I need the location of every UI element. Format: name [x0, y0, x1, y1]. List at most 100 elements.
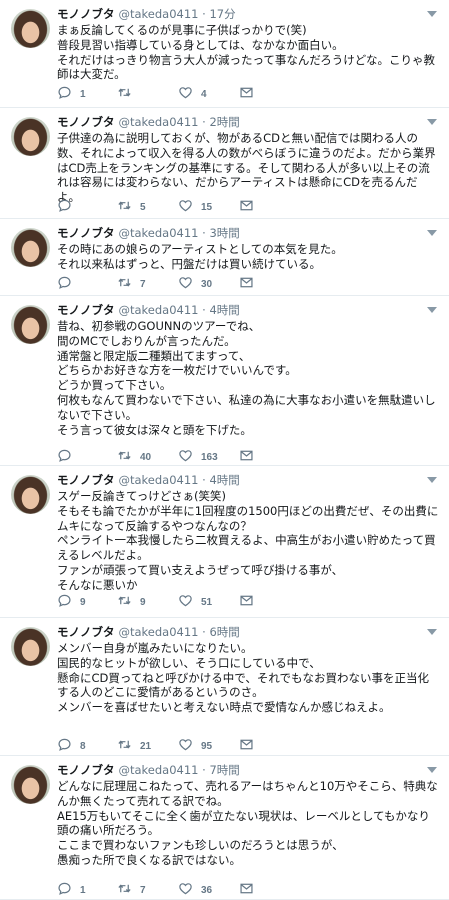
reply-button[interactable]: 1 [57, 881, 86, 899]
avatar[interactable] [11, 305, 50, 344]
direct-message-button[interactable] [239, 275, 254, 293]
tweet-actions: 1 4 [57, 85, 449, 103]
tweet-actions: 40 163 [57, 448, 449, 465]
tweet[interactable]: モノノブタ @takeda0411 · 17分 まぁ反論してくるのが見事に子供ばっ… [0, 0, 449, 108]
user-name[interactable]: モノノブタ [57, 7, 115, 21]
avatar[interactable] [11, 228, 50, 267]
avatar[interactable] [11, 627, 50, 666]
reply-icon [57, 448, 72, 465]
tweet[interactable]: モノノブタ @takeda0411 · 4時間 スゲー反論きてっけどさぁ(笑笑) … [0, 466, 449, 618]
reply-button[interactable] [57, 275, 80, 293]
user-name[interactable]: モノノブタ [57, 303, 115, 317]
tweet-text: メンバー自身が嵐みたいになりたい。 国民的なヒットが欲しい、そう口にしている中で… [57, 641, 430, 715]
user-name[interactable]: モノノブタ [57, 763, 115, 777]
reply-button[interactable]: 1 [57, 85, 86, 103]
direct-message-button[interactable] [239, 881, 254, 899]
user-name[interactable]: モノノブタ [57, 226, 115, 240]
reply-button[interactable]: 9 [57, 593, 86, 611]
like-button[interactable]: 4 [178, 85, 207, 103]
like-button[interactable]: 163 [178, 448, 218, 465]
user-name[interactable]: モノノブタ [57, 473, 115, 487]
direct-message-button[interactable] [239, 198, 254, 216]
direct-message-button[interactable] [239, 85, 254, 103]
retweet-button[interactable]: 9 [117, 593, 146, 611]
retweet-count: 7 [140, 884, 146, 896]
chevron-down-icon[interactable] [427, 11, 437, 17]
user-handle[interactable]: @takeda0411 [119, 473, 199, 487]
tweet[interactable]: モノノブタ @takeda0411 · 3時間 その時にあの娘らのアーティストとし… [0, 219, 449, 296]
chevron-down-icon[interactable] [427, 477, 437, 483]
retweet-icon [117, 737, 132, 755]
envelope-icon [239, 198, 254, 216]
like-count: 163 [201, 451, 218, 463]
retweet-button[interactable]: 7 [117, 881, 146, 899]
user-name[interactable]: モノノブタ [57, 625, 115, 639]
tweet-header: モノノブタ @takeda0411 · 6時間 [57, 625, 439, 640]
reply-count: 1 [80, 88, 86, 100]
like-button[interactable]: 15 [178, 198, 212, 216]
like-button[interactable]: 51 [178, 593, 212, 611]
reply-button[interactable] [57, 198, 80, 216]
tweet-timestamp[interactable]: 17分 [209, 7, 235, 21]
user-handle[interactable]: @takeda0411 [119, 625, 199, 639]
heart-icon [178, 448, 193, 465]
separator-dot: · [198, 7, 210, 21]
tweet-actions: 9 9 51 [57, 593, 449, 611]
tweet[interactable]: モノノブタ @takeda0411 · 4時間 昔ね、初参戦のGOUNNのツアーで… [0, 296, 449, 466]
tweet-timestamp[interactable]: 4時間 [209, 303, 239, 317]
tweet-timestamp[interactable]: 7時間 [209, 763, 239, 777]
tweet-text: 子供達の為に説明しておくが、物があるCDと無い配信では関わる人の数、それによって… [57, 131, 436, 205]
retweet-button[interactable]: 40 [117, 448, 151, 465]
heart-icon [178, 275, 193, 293]
like-button[interactable]: 95 [178, 737, 212, 755]
retweet-count: 21 [140, 740, 152, 752]
tweet[interactable]: モノノブタ @takeda0411 · 7時間 どんなに屁理屈こねたって、売れるア… [0, 756, 449, 900]
tweet-actions: 5 15 [57, 198, 449, 216]
separator-dot: · [198, 303, 210, 317]
direct-message-button[interactable] [239, 448, 254, 465]
like-button[interactable]: 30 [178, 275, 212, 293]
avatar[interactable] [11, 117, 50, 156]
tweet[interactable]: モノノブタ @takeda0411 · 6時間 メンバー自身が嵐みたいになりたい。… [0, 618, 449, 756]
tweet-timestamp[interactable]: 2時間 [209, 115, 239, 129]
user-handle[interactable]: @takeda0411 [119, 7, 199, 21]
retweet-icon [117, 881, 132, 899]
separator-dot: · [198, 473, 210, 487]
tweet-timestamp[interactable]: 3時間 [209, 226, 239, 240]
like-count: 51 [201, 596, 213, 608]
retweet-button[interactable]: 7 [117, 275, 146, 293]
tweet-timestamp[interactable]: 4時間 [209, 473, 239, 487]
tweet-text: まぁ反論してくるのが見事に子供ばっかりで(笑) 普段見習い指導している身としては… [57, 23, 436, 82]
avatar[interactable] [11, 9, 50, 48]
retweet-button[interactable]: 21 [117, 737, 151, 755]
reply-button[interactable] [57, 448, 80, 465]
envelope-icon [239, 275, 254, 293]
reply-button[interactable]: 8 [57, 737, 86, 755]
like-button[interactable]: 36 [178, 881, 212, 899]
direct-message-button[interactable] [239, 737, 254, 755]
chevron-down-icon[interactable] [427, 307, 437, 313]
like-count: 36 [201, 884, 213, 896]
avatar[interactable] [11, 765, 50, 804]
tweet-actions: 8 21 95 [57, 737, 449, 755]
reply-icon [57, 198, 72, 216]
direct-message-button[interactable] [239, 593, 254, 611]
reply-count: 8 [80, 740, 86, 752]
chevron-down-icon[interactable] [427, 629, 437, 635]
user-name[interactable]: モノノブタ [57, 115, 115, 129]
chevron-down-icon[interactable] [427, 119, 437, 125]
chevron-down-icon[interactable] [427, 230, 437, 236]
user-handle[interactable]: @takeda0411 [119, 115, 199, 129]
retweet-button[interactable]: 5 [117, 198, 146, 216]
chevron-down-icon[interactable] [427, 767, 437, 773]
retweet-count: 7 [140, 278, 146, 290]
timeline: モノノブタ @takeda0411 · 17分 まぁ反論してくるのが見事に子供ばっ… [0, 0, 449, 900]
user-handle[interactable]: @takeda0411 [119, 226, 199, 240]
avatar[interactable] [11, 475, 50, 514]
user-handle[interactable]: @takeda0411 [119, 303, 199, 317]
tweet[interactable]: モノノブタ @takeda0411 · 2時間 子供達の為に説明しておくが、物があ… [0, 108, 449, 219]
reply-count: 9 [80, 596, 86, 608]
user-handle[interactable]: @takeda0411 [119, 763, 199, 777]
retweet-button[interactable] [117, 85, 140, 103]
tweet-timestamp[interactable]: 6時間 [209, 625, 239, 639]
